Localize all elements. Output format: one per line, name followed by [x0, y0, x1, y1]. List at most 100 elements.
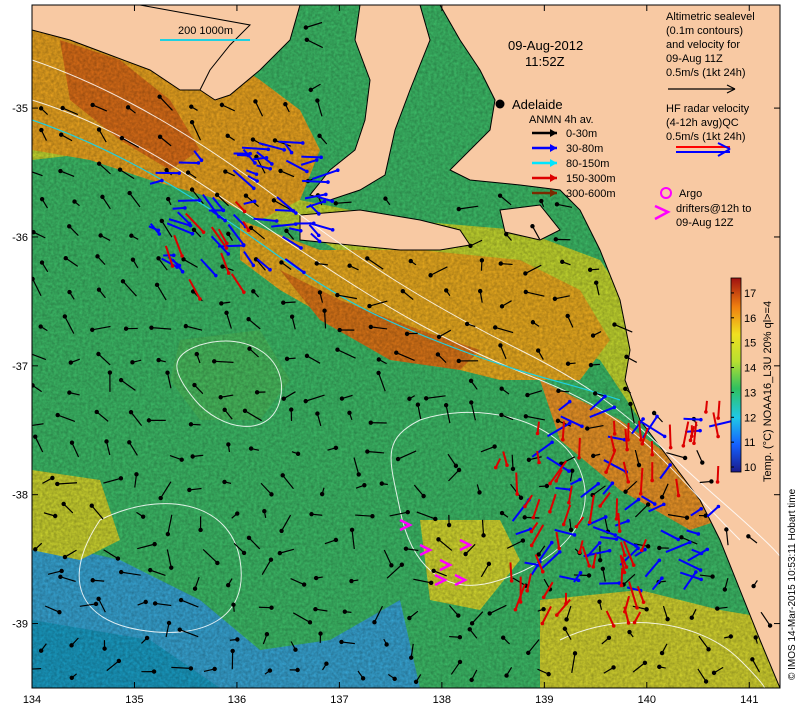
hf-radar-arrow-head: [299, 246, 303, 250]
velocity-arrow-head: [525, 392, 530, 398]
velocity-arrow-head: [469, 677, 474, 683]
hf-radar-arrow-head: [614, 537, 619, 541]
lat-tick-label: -37: [12, 361, 28, 373]
hf-radar-arrow-head: [577, 550, 582, 555]
velocity-arrow-head: [492, 444, 497, 449]
hf-radar-arrow: [172, 206, 186, 210]
velocity-arrow-head: [156, 357, 161, 363]
velocity-arrow-head: [269, 492, 274, 497]
velocity-arrow-head: [436, 334, 442, 340]
hf-radar-arrow-head: [705, 547, 710, 552]
velocity-arrow-head: [231, 602, 236, 607]
velocity-arrow-head: [120, 279, 126, 284]
hf-radar-arrow-head: [612, 432, 617, 436]
hf-radar-arrow: [683, 417, 701, 421]
velocity-arrow-head: [565, 361, 571, 366]
velocity-arrow-head: [552, 296, 558, 302]
velocity-arrow-head: [62, 314, 68, 319]
velocity-arrow-head: [526, 457, 532, 463]
velocity-arrow-head: [400, 288, 405, 294]
hf-radar-arrow-head: [650, 452, 655, 457]
velocity-arrow-head: [399, 562, 405, 567]
velocity-arrow-head: [222, 407, 227, 412]
velocity-arrow-head: [405, 510, 410, 515]
velocity-arrow-head: [226, 231, 231, 237]
hf-radar-arrow-head: [715, 480, 720, 484]
velocity-arrow-head: [389, 563, 394, 568]
velocity-arrow-head: [96, 351, 101, 357]
velocity-arrow-head: [682, 455, 688, 461]
velocity-arrow-head: [61, 501, 66, 507]
velocity-arrow-head: [189, 187, 195, 192]
hf-radar-arrow-head: [614, 517, 619, 521]
velocity-arrow-head: [597, 599, 602, 604]
velocity-arrow-head: [612, 322, 617, 327]
velocity-arrow-head: [659, 494, 665, 500]
hf-radar-arrow-head: [311, 221, 316, 226]
velocity-arrow-head: [498, 343, 503, 348]
velocity-arrow-head: [90, 327, 95, 332]
velocity-arrow-head: [219, 301, 224, 306]
colorbar-tick-label: 16: [744, 313, 756, 325]
velocity-arrow-head: [467, 627, 472, 632]
hf-radar-arrow-head: [531, 515, 536, 520]
hf-radar-arrow: [620, 567, 624, 586]
hf-radar-arrow-head: [655, 414, 659, 419]
velocity-arrow-head: [623, 386, 628, 392]
velocity-arrow-head: [39, 196, 45, 202]
hf-radar-arrow-head: [251, 263, 256, 268]
velocity-arrow-head: [143, 599, 148, 605]
velocity-arrow-head: [665, 616, 670, 622]
velocity-arrow-head: [689, 615, 694, 620]
hf-radar-arrow-head: [696, 532, 701, 536]
velocity-arrow-head: [140, 514, 146, 519]
hf-radar-arrow-head: [567, 469, 571, 473]
velocity-arrow-head: [115, 556, 121, 561]
velocity-arrow-head: [189, 104, 194, 109]
velocity-arrow-head: [408, 258, 413, 264]
lat-tick-label: -36: [12, 232, 28, 244]
velocity-arrow-head: [679, 535, 684, 540]
velocity-arrow-head: [624, 354, 629, 360]
hf-radar-arrow-head: [676, 537, 681, 542]
velocity-arrow-head: [572, 651, 578, 656]
velocity-arrow-head: [335, 347, 340, 352]
velocity-arrow-head: [314, 261, 319, 266]
velocity-arrow-head: [96, 127, 102, 132]
velocity-arrow-head: [337, 327, 342, 333]
hf-radar-arrow-head: [196, 161, 201, 165]
hf-radar-arrow-head: [619, 583, 624, 588]
velocity-arrow-head: [530, 224, 535, 229]
velocity-arrow-head: [225, 582, 231, 588]
colorbar-label: Temp. (°C) NOAA16_L3U 20% ql>=4: [762, 301, 774, 482]
velocity-arrow-head: [63, 255, 68, 261]
hf-radar-arrow-head: [224, 246, 229, 250]
hf-radar-arrow-head: [289, 150, 294, 155]
velocity-arrow-head: [134, 472, 139, 477]
colorbar-tick-label: 12: [744, 412, 756, 424]
hf-radar-arrow: [615, 498, 619, 519]
velocity-arrow-head: [394, 350, 399, 355]
hf-radar-arrow: [301, 155, 322, 159]
velocity-arrow-head: [100, 194, 105, 200]
velocity-arrow-head: [224, 310, 229, 315]
velocity-arrow-head: [651, 410, 657, 416]
hf-radar-arrow-head: [268, 166, 273, 171]
velocity-arrow-head: [628, 401, 633, 407]
scale-bar-label: 200 1000m: [178, 25, 233, 37]
anmn-legend-label: 150-300m: [566, 173, 616, 185]
hf-radar-arrow-head: [317, 239, 322, 244]
hf-radar-arrow-head: [183, 206, 187, 210]
hf-radar-arrow-head: [268, 267, 272, 272]
hf-radar-arrow-head: [587, 520, 592, 525]
velocity-arrow-head: [159, 218, 165, 224]
velocity-arrow-head: [280, 473, 285, 478]
velocity-arrow-head: [444, 288, 449, 293]
adelaide-marker: [495, 99, 505, 109]
hf-radar-arrow-head: [330, 228, 335, 232]
velocity-arrow-head: [123, 326, 129, 331]
velocity-arrow-head: [271, 198, 277, 203]
hf-radar-arrow-head: [635, 606, 639, 610]
velocity-arrow-head: [383, 196, 388, 201]
hf-radar-arrow-head: [294, 211, 298, 215]
